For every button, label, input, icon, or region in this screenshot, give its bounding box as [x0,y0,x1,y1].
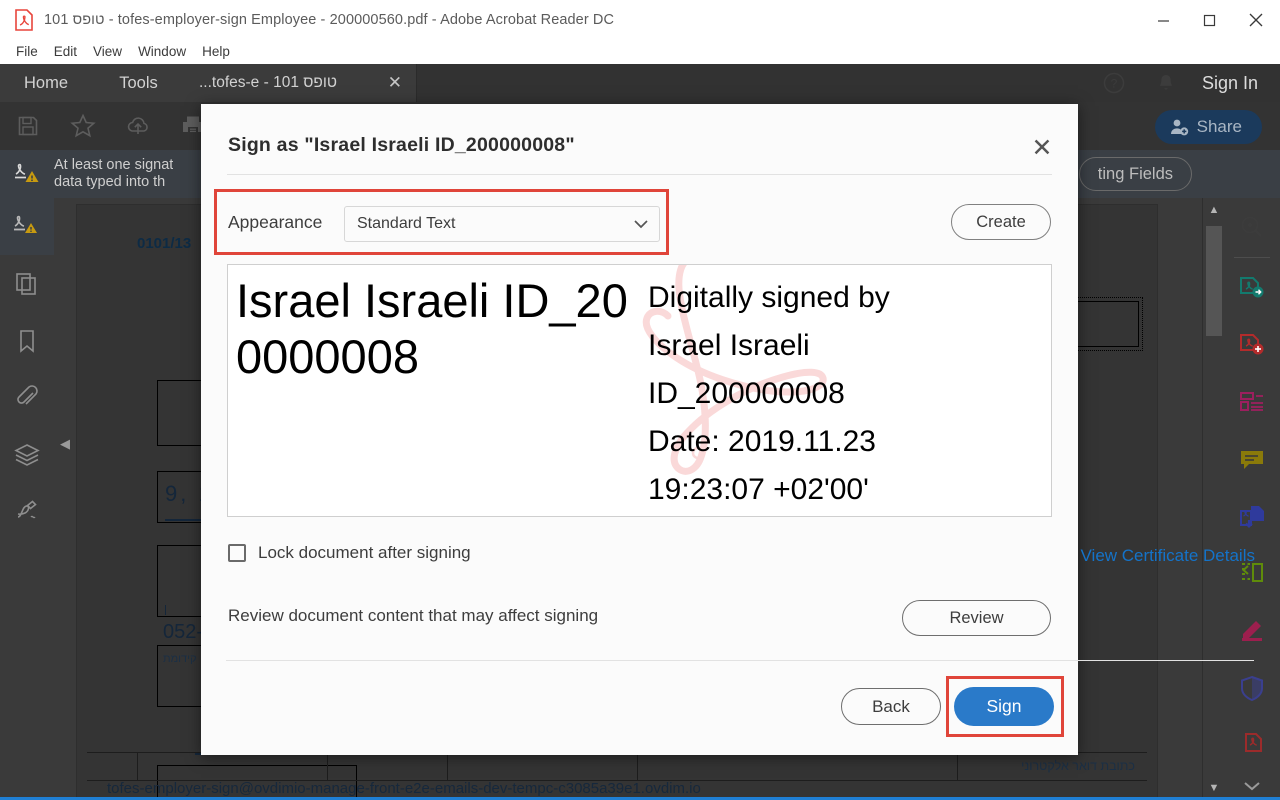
compress-pdf-icon[interactable] [1224,716,1280,773]
email-value: tofes-employer-sign@ovdimio-manage-front… [107,780,701,797]
menu-edit[interactable]: Edit [46,40,85,64]
review-description: Review document content that may affect … [228,606,599,625]
page-header-number: 0101/13 [137,235,192,252]
export-pdf-icon[interactable] [1224,260,1280,317]
table-tick-5 [957,753,958,781]
sidebar-item-layers[interactable] [0,426,54,483]
scrollbar-thumb[interactable] [1206,226,1222,336]
sidebar-divider [1234,257,1270,258]
sidebar-item-attachments[interactable] [0,369,54,426]
signature-warning-icon [0,150,54,198]
star-icon[interactable] [55,102,110,150]
close-icon[interactable]: ✕ [382,73,408,93]
combine-files-icon[interactable] [1224,488,1280,545]
bell-icon[interactable] [1140,64,1192,102]
vertical-scrollbar[interactable]: ▲ ▼ [1202,198,1224,800]
tab-document-label: ...tofes-e - 101 טופס [199,74,338,91]
chevron-up-icon[interactable]: ▲ [1203,198,1225,222]
tab-document[interactable]: ...tofes-e - 101 טופס ✕ [185,64,417,102]
highlight-existing-fields-button[interactable]: ting Fields [1078,157,1192,191]
cloud-upload-icon[interactable] [110,102,165,150]
dialog-divider-bottom [226,660,1254,661]
create-button[interactable]: Create [951,204,1051,240]
tab-tools[interactable]: Tools [92,64,185,102]
title-bar: 101 טופס - tofes-employer-sign Employee … [0,0,1280,40]
dialog-divider-top [227,174,1052,175]
comment-icon[interactable] [1224,431,1280,488]
tab-strip-right: ? Sign In [1088,64,1280,102]
share-label: Share [1196,117,1242,136]
acrobat-window: 101 טופס - tofes-employer-sign Employee … [0,0,1280,800]
table-tick-4 [637,753,638,781]
search-icon[interactable] [1224,198,1280,255]
chevron-down-icon[interactable] [1224,773,1280,799]
tick-a [165,605,166,615]
help-circle-icon[interactable]: ? [1088,64,1140,102]
lock-document-checkbox[interactable] [228,544,246,562]
sidebar-item-signature-panel[interactable] [0,198,54,255]
table-tick-1 [137,753,138,781]
window-title: 101 טופס - tofes-employer-sign Employee … [44,12,615,28]
menu-bar: File Edit View Window Help [0,40,1280,64]
sidebar-item-bookmarks[interactable] [0,312,54,369]
right-sidebar [1224,198,1280,800]
minimize-button[interactable] [1140,0,1186,40]
window-controls [1140,0,1280,40]
appearance-select[interactable]: Standard Text [344,206,660,242]
add-person-icon [1170,119,1188,136]
share-button[interactable]: Share [1154,110,1262,144]
back-button[interactable]: Back [841,688,941,725]
sidebar-item-sign-tool[interactable] [0,483,54,540]
close-button[interactable] [1232,0,1280,40]
lock-document-row[interactable]: Lock document after signing [228,543,471,563]
view-certificate-details-link[interactable]: View Certificate Details [1081,546,1255,566]
dialog-title: Sign as "Israel Israeli ID_200000008" [228,134,575,156]
notification-text: At least one signat data typed into th [54,157,174,190]
edit-pdf-icon[interactable] [1224,374,1280,431]
signature-name-text: Israel Israeli ID_200000008 [236,274,628,383]
save-icon[interactable] [0,102,55,150]
left-sidebar [0,198,54,800]
menu-help[interactable]: Help [194,40,238,64]
sign-button[interactable]: Sign [954,687,1054,726]
highlight-icon[interactable] [1224,602,1280,659]
table-tick-2 [327,753,328,781]
create-pdf-icon[interactable] [1224,317,1280,374]
email-label: כתובת דואר אלקטרוני [1021,759,1135,773]
sidebar-item-page-thumbnails[interactable] [0,255,54,312]
svg-text:?: ? [1111,77,1118,91]
appearance-selected-value: Standard Text [357,215,456,232]
tab-strip: Home Tools ...tofes-e - 101 טופס ✕ ? Sig… [0,64,1280,102]
signature-details-text: Digitally signed by Israel Israeli ID_20… [648,281,890,506]
table-tick-3 [447,753,448,781]
tab-home[interactable]: Home [0,64,92,102]
pdf-file-icon [15,9,33,31]
menu-file[interactable]: File [8,40,46,64]
maximize-button[interactable] [1186,0,1232,40]
menu-window[interactable]: Window [130,40,194,64]
sign-in-button[interactable]: Sign In [1192,73,1280,94]
review-button[interactable]: Review [902,600,1051,636]
close-icon[interactable]: ✕ [1024,130,1060,166]
left-triangle-icon[interactable]: ◀ [60,436,70,452]
menu-view[interactable]: View [85,40,130,64]
chevron-down-icon [633,217,649,232]
signature-preview: Israel Israeli ID_200000008 Digitally si… [227,264,1052,517]
appearance-label: Appearance [228,212,323,232]
lock-document-label: Lock document after signing [258,543,471,562]
protect-icon[interactable] [1224,659,1280,716]
